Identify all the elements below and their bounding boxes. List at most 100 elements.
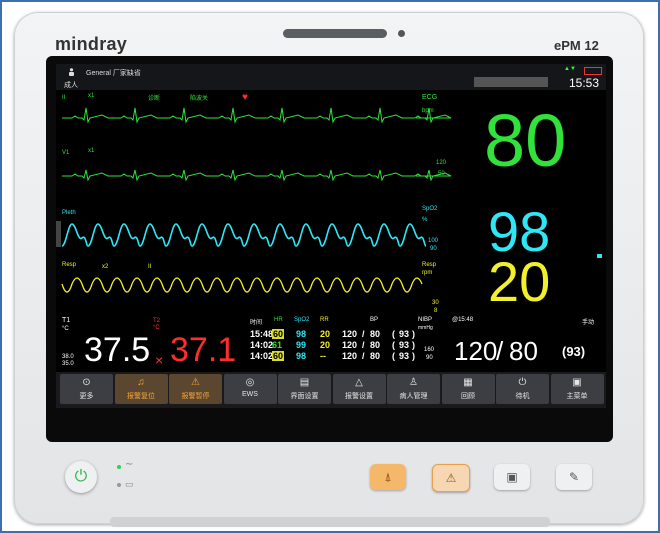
- trend-header-spo2: SpO2: [294, 317, 310, 323]
- battery-led: [117, 483, 121, 487]
- menu-button-label: EWS: [242, 391, 258, 398]
- t1-value[interactable]: 37.5: [84, 332, 150, 368]
- t2-alarm-icon: ×: [155, 352, 164, 368]
- menu-button-patient-manage[interactable]: ♙ 病人管理: [387, 374, 440, 404]
- heartbeat-icon: ♥: [242, 92, 248, 103]
- resp-wave: [61, 277, 423, 293]
- trend-cell-spo2: 99: [296, 340, 307, 350]
- pleth-bar-indicator: [597, 254, 602, 258]
- ac-power-icon: ∼: [125, 459, 134, 470]
- menu-button-alarm-pause[interactable]: ⚠ 报警暂停: [169, 374, 222, 404]
- ecg-param-label[interactable]: ECG: [422, 94, 437, 101]
- trend-cell-dia: 80: [370, 351, 381, 361]
- ecg2-lead[interactable]: V1: [62, 150, 69, 156]
- t2-value[interactable]: 37.1: [170, 332, 236, 368]
- main-menu-hw-button[interactable]: ✎: [556, 464, 592, 490]
- trend-cell-spo2: 98: [296, 351, 307, 361]
- menu-button-screen-setup[interactable]: ▤ 界面设置: [278, 374, 331, 404]
- resp-value[interactable]: 20: [488, 254, 550, 310]
- hr-upper-limit: 120: [436, 160, 447, 166]
- nibp-separator: /: [496, 336, 504, 366]
- resp-lower-limit: 8: [434, 308, 438, 314]
- resp-label[interactable]: Resp: [422, 262, 436, 268]
- power-button[interactable]: ⏻: [65, 461, 97, 493]
- alarm-reset-icon: ♫: [137, 377, 145, 388]
- nibp-upper-limit: 160: [424, 347, 435, 353]
- menu-button-alarm-reset[interactable]: ♫ 报警复位: [114, 374, 168, 404]
- trend-header-time: 时间: [250, 320, 263, 326]
- screen-setup-icon: ▤: [299, 377, 310, 388]
- nibp-start-hw-button[interactable]: ▣: [494, 464, 530, 490]
- trend-cell-paren: (: [392, 351, 395, 361]
- nibp-mode[interactable]: 手动: [582, 317, 594, 326]
- message-area: [474, 77, 548, 87]
- power-led: [117, 465, 121, 469]
- battery-status-icon: ▭: [125, 479, 134, 489]
- menu-button-ews[interactable]: ◎ EWS: [223, 374, 277, 404]
- hr-value[interactable]: 80: [484, 104, 566, 178]
- ecg2-gain[interactable]: x1: [88, 148, 94, 154]
- ecg-notch[interactable]: 陷波关: [190, 93, 208, 102]
- trend-cell-rr: 20: [320, 340, 331, 350]
- trend-cell-paren: (: [392, 329, 395, 339]
- pleth-label[interactable]: Pleth: [62, 210, 76, 216]
- trend-cell-close: ): [412, 340, 415, 350]
- speaker-grille: [283, 29, 387, 38]
- pleth-wave: [61, 223, 427, 247]
- trend-cell-map: 93: [399, 351, 410, 361]
- menu-button-label: 主菜单: [566, 393, 588, 400]
- alarm-pause-icon: ⚠: [191, 377, 200, 388]
- trend-cell-sep: /: [362, 351, 365, 361]
- nibp-map[interactable]: (93): [562, 344, 585, 359]
- t1-label[interactable]: T1: [62, 317, 70, 324]
- display-screen: 成人 General 厂家缺省 ▲▼ 15:53 II x1 诊断 陷波关 ♥ …: [56, 64, 606, 408]
- ecg-lead-ii-wave: [62, 107, 452, 124]
- nibp-lower-limit: 90: [426, 355, 433, 361]
- menu-button-alarm-setup[interactable]: △ 报警设置: [332, 374, 386, 404]
- trend-cell-time: 14:02: [250, 340, 274, 350]
- trend-cell-map: 93: [399, 329, 410, 339]
- nibp-unit: mmHg: [418, 325, 433, 331]
- alarm-pause-hw-button[interactable]: ⍋: [370, 464, 406, 490]
- more-icon: ⊙: [82, 377, 91, 388]
- resp-lead[interactable]: II: [148, 264, 151, 270]
- nibp-systolic[interactable]: 120: [454, 336, 497, 366]
- menu-button-label: 病人管理: [399, 393, 428, 400]
- spo2-label[interactable]: SpO2: [422, 206, 437, 212]
- t1-unit: °C: [62, 326, 69, 332]
- trend-cell-sys: 120: [342, 329, 358, 339]
- menu-button-label: 回顾: [461, 393, 475, 400]
- monitor-stand: [110, 517, 550, 527]
- trend-cell-sep: /: [362, 329, 365, 339]
- ecg1-gain[interactable]: x1: [88, 93, 94, 99]
- trend-cell-sys: 120: [342, 340, 358, 350]
- ambient-sensor: [398, 30, 405, 37]
- menu-button-review[interactable]: ▦ 回顾: [441, 374, 495, 404]
- scroll-handle[interactable]: [56, 221, 61, 247]
- trend-cell-time: 15:48: [250, 329, 274, 339]
- resp-wave-label[interactable]: Resp: [62, 262, 76, 268]
- nibp-diastolic[interactable]: 80: [509, 336, 538, 366]
- resp-gain[interactable]: x2: [102, 264, 108, 270]
- trend-cell-hr: 60: [272, 329, 285, 339]
- menu-button-label: 报警设置: [345, 393, 373, 400]
- trend-cell-rr: --: [320, 351, 326, 361]
- menu-button-main-menu[interactable]: ▣ 主菜单: [550, 374, 604, 404]
- standby-icon: ⏻: [518, 377, 527, 388]
- alarm-reset-hw-button[interactable]: ⚠: [432, 464, 470, 492]
- menu-button-label: 更多: [79, 393, 94, 400]
- quick-key-bar: ⊙ 更多 ♫ 报警复位 ⚠ 报警暂停 ◎ EWS ▤ 界面设置 △ 报警设置 ♙ 病人管理 ▦ 回顾 ⏻ 待机 ▣ 主…: [56, 372, 606, 408]
- t2-label[interactable]: T2: [153, 318, 160, 324]
- t1-lower-limit: 35.0: [62, 361, 74, 367]
- nibp-label[interactable]: NIBP: [418, 317, 432, 323]
- ecg-filter[interactable]: 诊断: [148, 93, 160, 102]
- menu-button-label: 界面设置: [290, 393, 319, 400]
- trend-cell-time: 14:02: [250, 351, 274, 361]
- trend-cell-sep: /: [362, 340, 365, 350]
- spo2-unit: %: [422, 217, 428, 223]
- ews-icon: ◎: [245, 377, 255, 388]
- network-icon: ▲▼: [564, 66, 576, 72]
- menu-button-standby[interactable]: ⏻ 待机: [496, 374, 549, 404]
- menu-button-more[interactable]: ⊙ 更多: [60, 374, 113, 404]
- ecg1-lead[interactable]: II: [62, 95, 65, 101]
